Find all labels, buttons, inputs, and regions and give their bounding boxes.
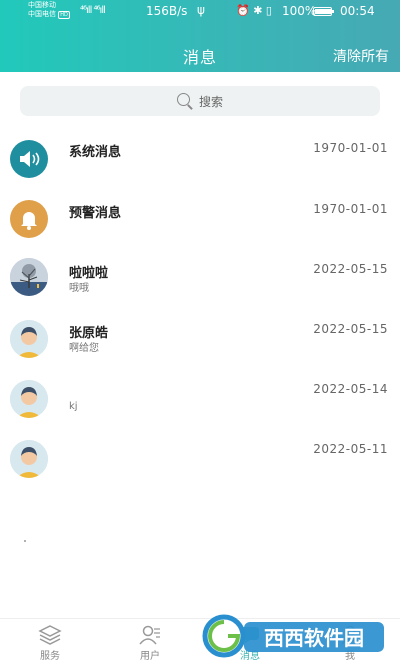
message-date: 2022-05-15: [313, 322, 388, 336]
svg-text:西西软件园: 西西软件园: [264, 626, 364, 650]
user-avatar: [10, 440, 48, 478]
message-preview: 啊给您: [69, 343, 99, 354]
stray-dot: [24, 540, 26, 542]
message-name: 预警消息: [69, 206, 122, 221]
hd-badge: HD: [58, 11, 70, 19]
clear-all-button[interactable]: 清除所有: [333, 46, 389, 66]
tree-photo-avatar: [10, 258, 48, 296]
message-date: 2022-05-15: [313, 262, 388, 276]
list-item-system-message[interactable]: 系统消息 1970-01-01: [0, 126, 400, 182]
message-preview: 哦哦: [69, 283, 89, 294]
app-header: 中国移动 中国电信 HD ⁴⁶ıll ⁴⁶ıll 156B/s ψ ⏰ ✱ ▯ …: [0, 0, 400, 72]
usb-icon: ψ: [197, 3, 205, 17]
list-item[interactable]: 啦啦啦 哦哦 2022-05-15: [0, 248, 400, 304]
battery-percent: 100%: [282, 4, 317, 18]
message-preview: kj: [69, 401, 78, 412]
list-item[interactable]: 2022-05-11: [0, 430, 400, 486]
search-input[interactable]: 搜索: [20, 86, 380, 116]
message-date: 2022-05-14: [313, 382, 388, 396]
tab-users[interactable]: 用户: [120, 623, 180, 662]
carrier-info: 中国移动 中国电信 HD: [28, 1, 70, 20]
users-icon: [139, 625, 160, 645]
tab-label: 服务: [40, 651, 60, 662]
list-item[interactable]: 张原皓 啊给您 2022-05-15: [0, 308, 400, 364]
signal-icon: ⁴⁶ıll ⁴⁶ıll: [80, 5, 106, 16]
search-placeholder: 搜索: [198, 94, 223, 109]
search-icon: [176, 93, 193, 110]
clock: 00:54: [340, 4, 375, 18]
system-status-icons: ⏰ ✱ ▯: [236, 4, 272, 17]
user-avatar: [10, 380, 48, 418]
tab-services[interactable]: 服务: [20, 623, 80, 662]
message-date: 2022-05-11: [313, 442, 388, 456]
message-date: 1970-01-01: [313, 202, 388, 216]
network-speed: 156B/s: [146, 4, 188, 18]
message-name: 系统消息: [69, 145, 122, 160]
layers-icon: [38, 625, 62, 645]
carrier-2: 中国电信 HD: [28, 10, 70, 19]
site-watermark-logo: 西西软件园: [200, 612, 390, 660]
speaker-icon: [10, 140, 48, 178]
user-avatar: [10, 320, 48, 358]
bell-icon: [10, 200, 48, 238]
status-bar: 中国移动 中国电信 HD ⁴⁶ıll ⁴⁶ıll 156B/s ψ ⏰ ✱ ▯ …: [0, 0, 400, 24]
list-item-warning-message[interactable]: 预警消息 1970-01-01: [0, 188, 400, 244]
carrier-1: 中国移动: [28, 1, 56, 9]
list-item[interactable]: kj 2022-05-14: [0, 370, 400, 426]
battery-icon: [313, 7, 334, 16]
tab-label: 用户: [140, 651, 160, 662]
message-date: 1970-01-01: [313, 141, 388, 155]
